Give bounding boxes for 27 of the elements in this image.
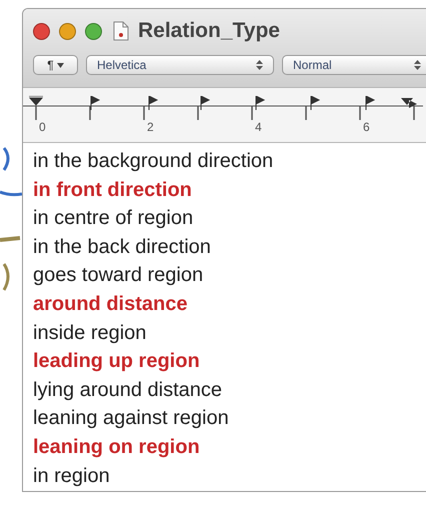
text-line: leading up region	[33, 349, 201, 374]
ruler-number: 6	[363, 119, 370, 136]
font-select[interactable]: Helvetica	[86, 55, 274, 75]
text-line: around distance	[33, 292, 188, 317]
up-down-arrows-icon	[256, 59, 263, 71]
ruler-number: 0	[39, 119, 46, 136]
text-line: in region	[33, 464, 111, 489]
minimize-button[interactable]	[59, 22, 76, 40]
caret-icon	[56, 62, 64, 68]
text-line: leaning against region	[33, 406, 230, 432]
text-line: in centre of region	[33, 206, 194, 232]
up-down-arrows-icon	[414, 59, 421, 71]
ruler-number: 2	[147, 119, 154, 136]
text-line: leaning on region	[33, 434, 201, 460]
text-line: goes toward region	[33, 263, 204, 288]
ruler-number: 4	[255, 119, 262, 136]
zoom-button[interactable]	[85, 22, 102, 40]
style-select[interactable]: Normal	[282, 55, 426, 75]
close-button[interactable]	[33, 22, 50, 40]
window-title: Relation_Type	[138, 18, 280, 44]
text-line: lying around distance	[33, 378, 224, 403]
text-line: inside region	[33, 320, 148, 346]
paragraph-button[interactable]: ¶	[33, 55, 78, 75]
text-line: in the back direction	[33, 234, 212, 260]
text-line: in front direction	[33, 178, 193, 203]
document-icon	[113, 21, 129, 41]
text-line: in the background direction	[33, 149, 274, 174]
